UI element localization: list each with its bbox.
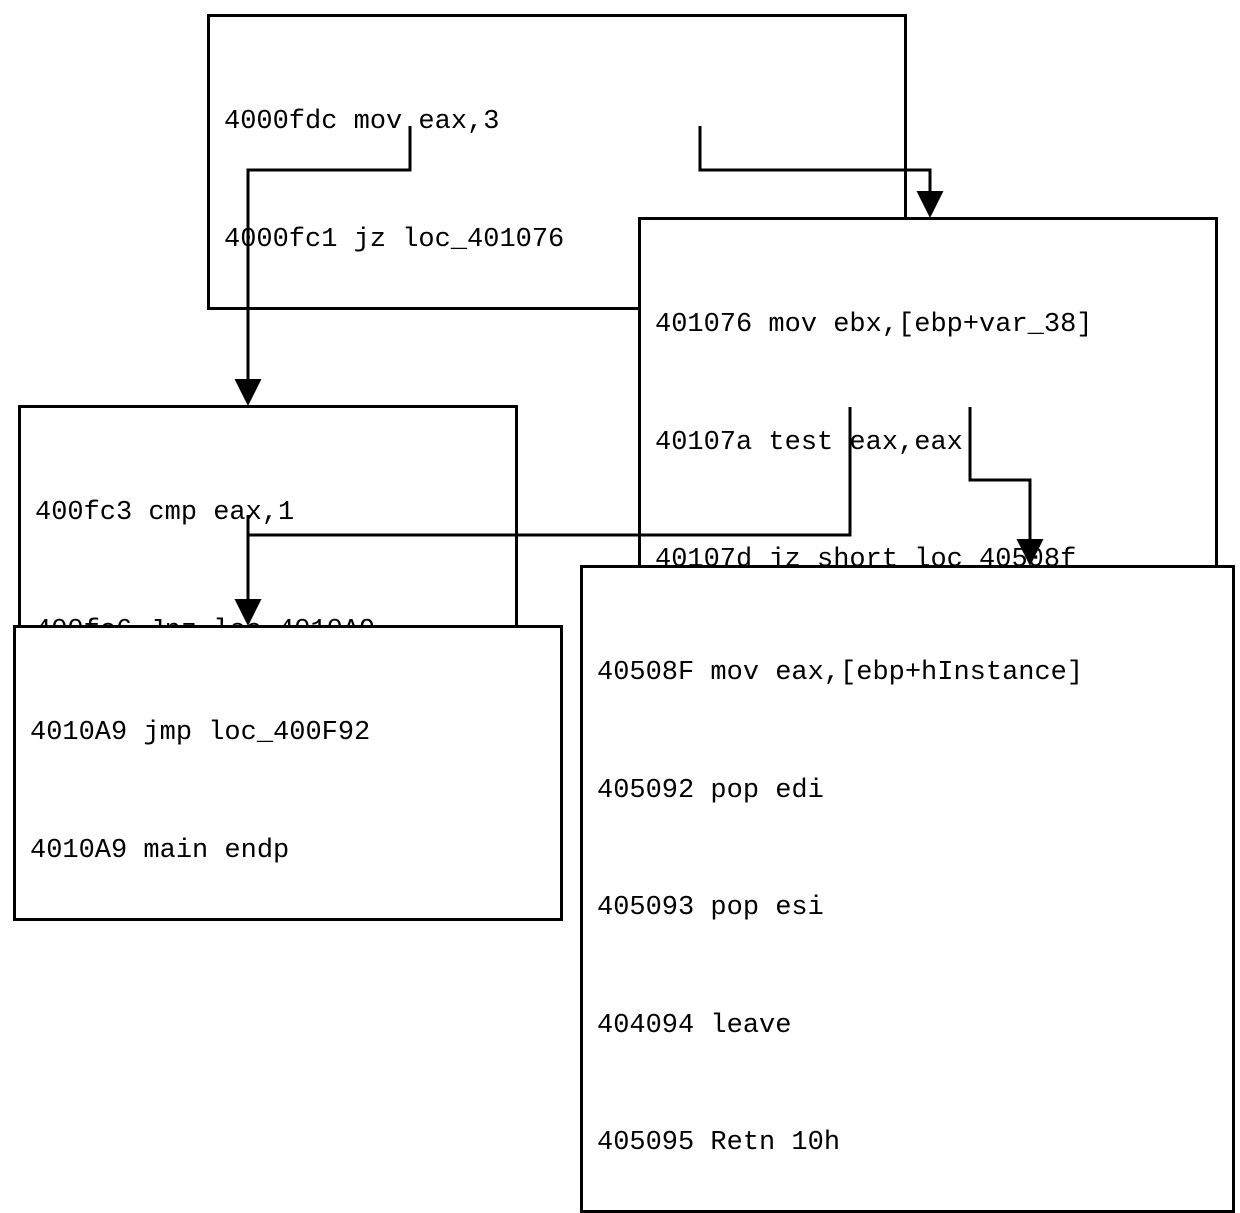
asm-line: 405095 Retn 10h <box>597 1124 1218 1163</box>
asm-line: 405092 pop edi <box>597 772 1218 811</box>
asm-line: 4000fdc mov eax,3 <box>224 103 890 142</box>
asm-line: 40107a test eax,eax <box>655 424 1201 463</box>
asm-line: 404094 leave <box>597 1007 1218 1046</box>
asm-line: 400fc3 cmp eax,1 <box>35 494 501 533</box>
block-4010A9: 4010A9 jmp loc_400F92 4010A9 main endp <box>13 625 563 921</box>
asm-line: 40508F mov eax,[ebp+hInstance] <box>597 654 1218 693</box>
asm-line: 4010A9 main endp <box>30 832 546 871</box>
asm-line: 405093 pop esi <box>597 889 1218 928</box>
asm-line: 401076 mov ebx,[ebp+var_38] <box>655 306 1201 345</box>
asm-line: 4010A9 jmp loc_400F92 <box>30 714 546 753</box>
block-40508F: 40508F mov eax,[ebp+hInstance] 405092 po… <box>580 565 1235 1213</box>
